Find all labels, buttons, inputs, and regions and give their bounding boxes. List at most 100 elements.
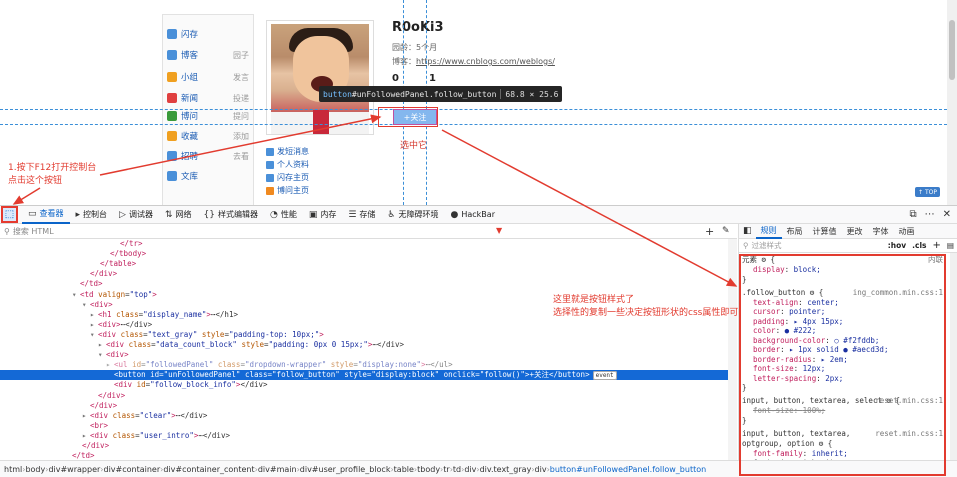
markup-node[interactable]: ▸ <h1 class="display_name">⋯</h1> [0, 310, 238, 320]
rules-tab[interactable]: 字体 [868, 224, 894, 239]
markup-node[interactable]: ▸ <div class="user_intro">⋯</div> [0, 431, 230, 441]
rules-scrollbar[interactable] [950, 253, 957, 460]
sidebar-item[interactable]: 文库 [167, 169, 251, 183]
expand-toggle-icon[interactable]: ▸ [82, 411, 90, 421]
sidebar-item-action[interactable]: 投递 [233, 93, 249, 104]
breadcrumb-item[interactable]: div [464, 465, 476, 474]
tab-4[interactable]: {} 样式编辑器 [198, 205, 264, 224]
page-scrollbar[interactable] [947, 0, 957, 205]
expand-toggle-icon[interactable]: ▾ [98, 350, 106, 360]
markup-node[interactable]: ▸ <ul id="followedPanel" class="dropdown-… [0, 360, 453, 370]
profile-link[interactable]: 发短消息 [266, 146, 309, 157]
avatar[interactable] [271, 24, 369, 134]
dock-icon[interactable]: ⧉ [909, 209, 916, 220]
breadcrumb-item[interactable]: div#container [103, 465, 160, 474]
sidebar-item-action[interactable]: 园子 [233, 50, 249, 61]
cls-toggle[interactable]: .cls [912, 241, 926, 250]
rules-tab[interactable]: 计算值 [808, 224, 842, 239]
close-icon[interactable]: ✕ [943, 209, 951, 220]
sidebar-item[interactable]: 闪存 [167, 27, 251, 41]
tab-6[interactable]: ▣ 内存 [303, 205, 343, 224]
markup-node[interactable]: ▾ <div> [0, 300, 113, 310]
sidebar-item-action[interactable]: 去看 [233, 151, 249, 162]
breadcrumb-item[interactable]: div#container_content [163, 465, 254, 474]
add-rule-icon[interactable]: + [933, 240, 941, 251]
markup-node[interactable]: ▸ <div class="data_count_block" style="pa… [0, 340, 404, 350]
sidebar-toggle-icon[interactable]: ◧ [743, 226, 752, 236]
tab-9[interactable]: ● HackBar [445, 205, 502, 224]
markup-node[interactable]: ▸ <div>⋯</div> [0, 320, 152, 330]
breadcrumb-item[interactable]: tbody [417, 465, 440, 474]
sidebar-item[interactable]: 小组 发言 [167, 70, 251, 84]
markup-node[interactable]: <br> [0, 421, 108, 431]
expand-toggle-icon[interactable]: ▸ [90, 320, 98, 330]
expand-toggle-icon[interactable]: ▾ [72, 290, 80, 300]
breadcrumb-item[interactable]: td [453, 465, 461, 474]
breadcrumb-item[interactable]: div#main [258, 465, 297, 474]
breadcrumb-item[interactable]: html [4, 465, 22, 474]
markup-node[interactable]: </td> [0, 279, 103, 289]
sidebar-item[interactable]: 新闻 投递 [167, 91, 251, 105]
profile-link[interactable]: 博问主页 [266, 185, 309, 196]
sidebar-item[interactable]: 博客 园子 [167, 48, 251, 62]
expand-toggle-icon[interactable]: ▸ [82, 431, 90, 441]
breadcrumb-item[interactable]: div#wrapper [48, 465, 100, 474]
breadcrumb-item[interactable]: div [535, 465, 547, 474]
markup-node[interactable]: </table> [0, 259, 136, 269]
profile-link[interactable]: 个人资料 [266, 159, 309, 170]
profile-link[interactable]: 闪存主页 [266, 172, 309, 183]
tab-1[interactable]: ▸ 控制台 [70, 205, 114, 224]
rules-tab[interactable]: 布局 [782, 224, 808, 239]
tab-2[interactable]: ▷ 调试器 [113, 205, 159, 224]
print-icon[interactable]: ▤ [947, 241, 954, 250]
tab-8[interactable]: ♿ 无障碍环境 [381, 205, 444, 224]
sidebar-item-action[interactable]: 添加 [233, 131, 249, 142]
hov-toggle[interactable]: :hov [888, 241, 906, 250]
markup-node[interactable]: </tr> [0, 239, 143, 249]
markup-scrollbar[interactable] [728, 239, 737, 460]
breadcrumb-item[interactable]: div.text_gray [480, 465, 532, 474]
back-to-top-button[interactable]: ↑ TOP [915, 187, 940, 197]
tab-0[interactable]: ▭ 查看器 [22, 205, 70, 224]
expand-toggle-icon[interactable]: ▾ [82, 300, 90, 310]
event-badge[interactable]: event [592, 371, 617, 381]
tab-5[interactable]: ◔ 性能 [264, 205, 303, 224]
rules-tab[interactable]: 规则 [755, 224, 782, 239]
markup-node[interactable]: </div> [0, 441, 109, 451]
breadcrumb-item[interactable]: body [25, 465, 45, 474]
sidebar-item-action[interactable]: 提问 [233, 111, 249, 122]
markup-node[interactable]: </div> [0, 391, 125, 401]
rules-filter-input[interactable]: 过滤样式 [752, 240, 782, 251]
expand-toggle-icon[interactable]: ▾ [90, 330, 98, 340]
sidebar-item-action[interactable]: 发言 [233, 72, 249, 83]
element-picker-button[interactable]: ⬚ [1, 206, 18, 223]
markup-node[interactable]: <div id="follow_block_info"></div> [0, 380, 268, 390]
markup-node[interactable]: ▾ <div class="text_gray" style="padding-t… [0, 330, 324, 340]
breadcrumb-item[interactable]: button#unFollowedPanel.follow_button [550, 465, 706, 474]
markup-node[interactable]: </td> [0, 451, 95, 460]
breadcrumb-item[interactable]: table [394, 465, 414, 474]
markup-node[interactable]: ▸ <div class="clear">⋯</div> [0, 411, 207, 421]
expand-toggle-icon[interactable]: ▸ [98, 340, 106, 350]
rules-tab[interactable]: 更改 [842, 224, 868, 239]
markup-node[interactable]: </tbody> [0, 249, 146, 259]
breadcrumb-item[interactable]: div#user_profile_block [300, 465, 391, 474]
more-icon[interactable]: ⋯ [925, 209, 935, 220]
sidebar-item[interactable]: 博问 提问 [167, 109, 251, 123]
html-search-input[interactable]: 搜索 HTML [13, 226, 54, 237]
tab-3[interactable]: ⇅ 网络 [159, 205, 198, 224]
blog-link[interactable]: https://www.cnblogs.com/weblogs/ [416, 57, 555, 66]
expand-toggle-icon[interactable]: ▸ [106, 360, 114, 370]
markup-node[interactable]: </div> [0, 401, 117, 411]
markup-node[interactable]: ▾ <div> [0, 350, 129, 360]
markup-node[interactable]: <button id="unFollowedPanel" class="foll… [0, 370, 728, 381]
sidebar-item[interactable]: 招聘 去看 [167, 149, 251, 163]
eyedropper-icon[interactable]: ✎ [722, 226, 730, 236]
expand-toggle-icon[interactable]: ▸ [90, 310, 98, 320]
markup-node[interactable]: </div> [0, 269, 117, 279]
tab-7[interactable]: ☰ 存储 [342, 205, 381, 224]
add-node-icon[interactable]: + [705, 225, 714, 238]
rules-tab[interactable]: 动画 [894, 224, 920, 239]
markup-node[interactable]: ▾ <td valign="top"> [0, 290, 157, 300]
sidebar-item[interactable]: 收藏 添加 [167, 129, 251, 143]
